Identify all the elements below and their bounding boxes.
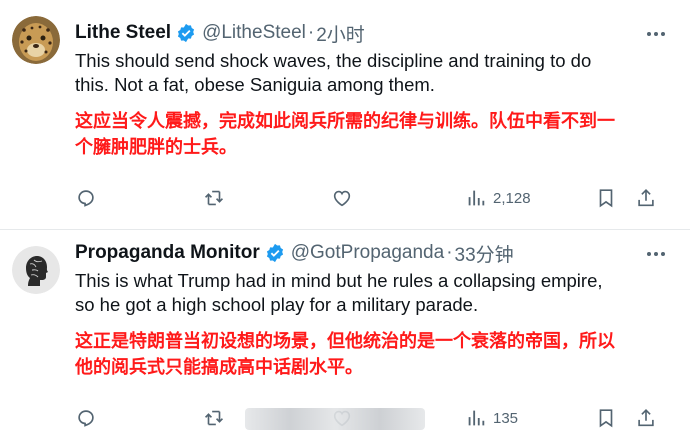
reply-button[interactable] — [75, 184, 97, 212]
share-icon — [638, 189, 654, 207]
share-icon — [638, 409, 654, 427]
action-bar: 2,128 — [75, 184, 665, 212]
verified-icon — [177, 23, 195, 43]
bookmark-button[interactable] — [595, 184, 617, 212]
retweet-button[interactable] — [203, 184, 225, 212]
tweet-text-line: this. Not a fat, obese Saniguia among th… — [75, 74, 435, 95]
translation-text: 这正是特朗普当初设想的场景，但他统治的是一个衰落的帝国，所以 他的阅兵式只能搞成… — [75, 328, 675, 380]
translation-line: 这应当令人震撼，完成如此阅兵所需的纪律与训练。队伍中看不到一 — [75, 111, 615, 131]
retweet-icon — [204, 410, 224, 426]
share-button[interactable] — [635, 404, 657, 432]
bookmark-button[interactable] — [595, 404, 617, 432]
views-count: 2,128 — [493, 189, 531, 207]
author-handle[interactable]: @GotPropaganda — [291, 242, 444, 264]
author-name[interactable]: Propaganda Monitor — [75, 242, 260, 264]
translation-line: 这正是特朗普当初设想的场景，但他统治的是一个衰落的帝国，所以 — [75, 331, 615, 351]
reply-icon — [78, 410, 94, 427]
separator-dot: · — [446, 242, 453, 263]
tweet-text: This should send shock waves, the discip… — [75, 49, 675, 97]
tweet[interactable]: Propaganda Monitor @GotPropaganda · 33分钟… — [0, 230, 690, 443]
tweet-text-line: This is what Trump had in mind but he ru… — [75, 270, 603, 291]
verified-icon — [266, 243, 283, 263]
share-button[interactable] — [635, 184, 657, 212]
more-icon[interactable] — [644, 242, 668, 266]
leopard-avatar[interactable] — [12, 16, 60, 64]
views-icon — [468, 190, 485, 206]
tweet-header: Propaganda Monitor @GotPropaganda · 33分钟 — [75, 240, 514, 266]
translation-line: 他的阅兵式只能搞成高中话剧水平。 — [75, 357, 363, 377]
timestamp[interactable]: 33分钟 — [455, 240, 514, 267]
more-icon[interactable] — [644, 22, 668, 46]
author-name[interactable]: Lithe Steel — [75, 22, 171, 44]
bookmark-icon — [599, 189, 613, 208]
tweet[interactable]: Lithe Steel @LitheSteel · 2小时 This shoul… — [0, 0, 690, 230]
translation-line: 个臃肿肥胖的士兵。 — [75, 137, 237, 157]
reply-button[interactable] — [75, 404, 97, 432]
reply-icon — [78, 190, 94, 207]
head-silhouette-avatar[interactable] — [12, 246, 60, 294]
views-icon — [468, 410, 485, 426]
tweet-text: This is what Trump had in mind but he ru… — [75, 269, 675, 317]
separator-dot: · — [307, 22, 315, 43]
tweet-header: Lithe Steel @LitheSteel · 2小时 — [75, 20, 365, 46]
tweet-text-line: so he got a high school play for a milit… — [75, 294, 479, 315]
timestamp[interactable]: 2小时 — [316, 20, 365, 47]
like-icon — [333, 190, 351, 207]
bookmark-icon — [599, 409, 613, 428]
translation-text: 这应当令人震撼，完成如此阅兵所需的纪律与训练。队伍中看不到一 个臃肿肥胖的士兵。 — [75, 108, 675, 160]
tweet-text-line: This should send shock waves, the discip… — [75, 50, 592, 71]
like-button[interactable] — [331, 184, 353, 212]
views-button[interactable]: 135 — [465, 404, 518, 432]
watermark-overlay — [245, 408, 425, 430]
retweet-icon — [204, 190, 224, 206]
views-button[interactable]: 2,128 — [465, 184, 531, 212]
retweet-button[interactable] — [203, 404, 225, 432]
views-count: 135 — [493, 409, 519, 427]
author-handle[interactable]: @LitheSteel — [202, 22, 306, 44]
